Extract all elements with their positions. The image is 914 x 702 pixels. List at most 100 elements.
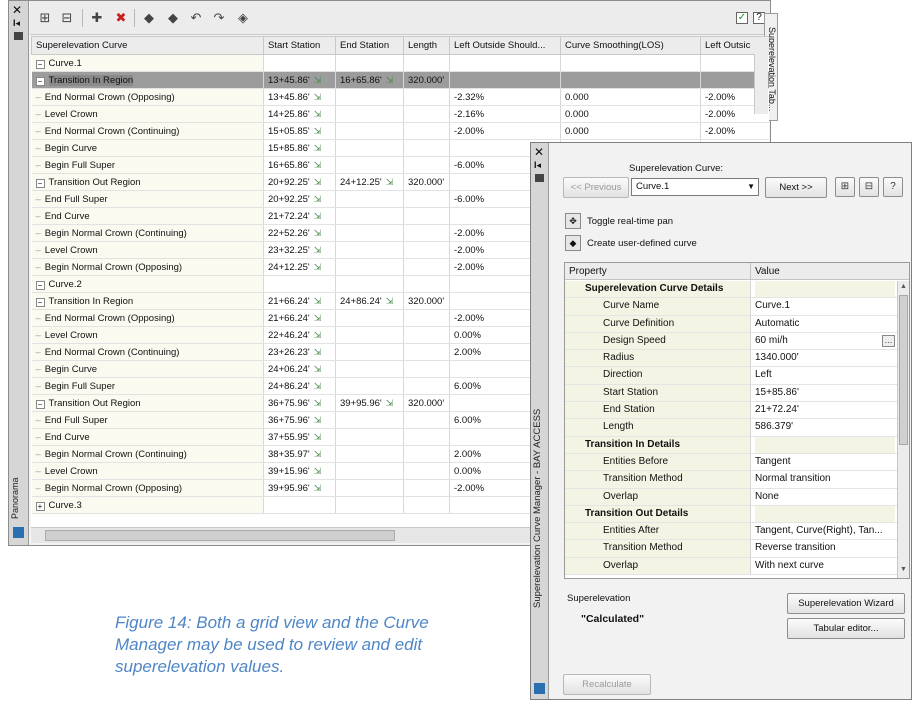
- row-name-cell[interactable]: − Transition In Region: [31, 71, 264, 89]
- properties-menu-icon[interactable]: [535, 174, 544, 182]
- pick-station-icon[interactable]: ⇲: [386, 398, 394, 409]
- collapse-icon[interactable]: −: [35, 280, 45, 290]
- cell-lo[interactable]: -2.16%: [449, 105, 561, 123]
- cell-start[interactable]: 16+65.86' ⇲: [263, 156, 336, 174]
- cell-end[interactable]: [335, 88, 404, 106]
- ellipsis-button-icon[interactable]: …: [882, 334, 895, 347]
- grid-row[interactable]: − Curve.1: [31, 54, 769, 72]
- recalculate-button[interactable]: Recalculate: [563, 674, 651, 695]
- cell-length[interactable]: [403, 241, 450, 259]
- cell-length[interactable]: [403, 258, 450, 276]
- scroll-down-icon[interactable]: ▼: [899, 566, 908, 573]
- cell-length[interactable]: [403, 309, 450, 327]
- grid-row[interactable]: – Level Crown 14+25.86' ⇲ -2.16% 0.000 -2.00%: [31, 105, 769, 123]
- property-row[interactable]: Overlap With next curve: [565, 557, 897, 576]
- delete-icon[interactable]: ✖: [112, 9, 130, 27]
- row-name-cell[interactable]: – End Normal Crown (Opposing): [31, 88, 264, 106]
- property-row[interactable]: Entities After Tangent, Curve(Right), Tan…: [565, 523, 897, 541]
- cell-length[interactable]: 320.000': [403, 394, 450, 412]
- cell-end[interactable]: [335, 445, 404, 463]
- cell-length[interactable]: 320.000': [403, 173, 450, 191]
- scroll-thumb[interactable]: [45, 530, 395, 541]
- pick-station-icon[interactable]: ⇲: [314, 347, 322, 358]
- cell-cs[interactable]: [560, 71, 701, 89]
- pick-station-icon[interactable]: ⇲: [314, 415, 322, 426]
- undo-icon[interactable]: ↶: [187, 9, 205, 27]
- cell-length[interactable]: [403, 496, 450, 514]
- pick-station-icon[interactable]: ⇲: [314, 296, 322, 307]
- property-row[interactable]: End Station 21+72.24': [565, 402, 897, 420]
- row-name-cell[interactable]: – Begin Normal Crown (Continuing): [31, 445, 264, 463]
- column-header[interactable]: Left Outsic: [700, 36, 769, 55]
- cell-length[interactable]: [403, 275, 450, 293]
- row-name-cell[interactable]: – Level Crown: [31, 462, 264, 480]
- cell-start[interactable]: 24+06.24' ⇲: [263, 360, 336, 378]
- add-point-icon[interactable]: ✚: [88, 9, 106, 27]
- cell-length[interactable]: [403, 377, 450, 395]
- cell-end[interactable]: [335, 224, 404, 242]
- cell-lo[interactable]: [449, 71, 561, 89]
- pick-station-icon[interactable]: ⇲: [314, 449, 322, 460]
- expand-all-icon[interactable]: ⊞: [36, 9, 54, 27]
- pick-station-icon[interactable]: ⇲: [386, 296, 394, 307]
- property-value[interactable]: Automatic: [755, 316, 895, 332]
- cell-start[interactable]: 22+46.24' ⇲: [263, 326, 336, 344]
- curve-select[interactable]: Curve.1 ▼: [631, 178, 759, 196]
- cell-length[interactable]: [403, 139, 450, 157]
- row-name-cell[interactable]: – Begin Normal Crown (Opposing): [31, 479, 264, 497]
- property-row[interactable]: Length 586.379': [565, 419, 897, 437]
- cell-length[interactable]: [403, 326, 450, 344]
- curve-manager-icon[interactable]: ◈: [234, 9, 252, 27]
- property-row[interactable]: Curve Name Curve.1: [565, 298, 897, 316]
- column-header[interactable]: End Station: [335, 36, 404, 55]
- row-name-cell[interactable]: – Begin Normal Crown (Opposing): [31, 258, 264, 276]
- cell-start[interactable]: 36+75.96' ⇲: [263, 394, 336, 412]
- expand-icon[interactable]: +: [35, 501, 45, 511]
- pick-station-icon[interactable]: ⇲: [314, 432, 322, 443]
- cell-end[interactable]: [335, 309, 404, 327]
- pick-station-icon[interactable]: ⇲: [386, 75, 394, 86]
- cell-start[interactable]: 37+55.95' ⇲: [263, 428, 336, 446]
- cell-end[interactable]: [335, 479, 404, 497]
- column-header[interactable]: Left Outside Should...: [449, 36, 561, 55]
- row-name-cell[interactable]: – Level Crown: [31, 105, 264, 123]
- close-icon[interactable]: ✕: [534, 145, 544, 159]
- cell-start[interactable]: 24+12.25' ⇲: [263, 258, 336, 276]
- cell-end[interactable]: [335, 377, 404, 395]
- apply-checkbox-icon[interactable]: ✓: [736, 12, 748, 24]
- cell-start[interactable]: 20+92.25' ⇲: [263, 173, 336, 191]
- cell-start[interactable]: 21+66.24' ⇲: [263, 292, 336, 310]
- scroll-thumb[interactable]: [899, 295, 908, 445]
- property-category[interactable]: −Transition In Details: [565, 436, 897, 454]
- redo-icon[interactable]: ↷: [210, 9, 228, 27]
- cell-end[interactable]: [335, 122, 404, 140]
- help-icon[interactable]: ?: [883, 177, 903, 197]
- cell-start[interactable]: 23+26.23' ⇲: [263, 343, 336, 361]
- cell-start[interactable]: 24+86.24' ⇲: [263, 377, 336, 395]
- cell-lo2[interactable]: -2.00%: [700, 122, 769, 140]
- previous-curve-button[interactable]: << Previous: [563, 177, 629, 198]
- autohide-icon[interactable]: I◂: [534, 160, 541, 171]
- pick-station-icon[interactable]: ⇲: [314, 228, 322, 239]
- pick-station-icon[interactable]: ⇲: [314, 177, 322, 188]
- pick-station-icon[interactable]: ⇲: [314, 398, 322, 409]
- property-row[interactable]: Design Speed 60 mi/h…: [565, 332, 897, 351]
- next-curve-button[interactable]: Next >>: [765, 177, 827, 198]
- superelevation-wizard-button[interactable]: Superelevation Wizard: [787, 593, 905, 614]
- property-value[interactable]: 586.379': [755, 419, 895, 435]
- pick-station-icon[interactable]: ⇲: [314, 194, 322, 205]
- row-name-cell[interactable]: – End Curve: [31, 207, 264, 225]
- cell-start[interactable]: [263, 496, 336, 514]
- collapse-icon[interactable]: −: [35, 297, 45, 307]
- collapse-icon[interactable]: −: [35, 399, 45, 409]
- grid-row[interactable]: − Transition In Region 13+45.86' ⇲ 16+65.86'…: [31, 71, 769, 89]
- cell-start[interactable]: 15+05.85' ⇲: [263, 122, 336, 140]
- cell-start[interactable]: [263, 275, 336, 293]
- property-row[interactable]: Transition Method Reverse transition: [565, 540, 897, 558]
- cell-end[interactable]: [335, 326, 404, 344]
- cell-end[interactable]: [335, 207, 404, 225]
- property-value[interactable]: 15+85.86': [755, 385, 895, 401]
- row-name-cell[interactable]: – End Normal Crown (Continuing): [31, 122, 264, 140]
- property-row[interactable]: Start Station 15+85.86': [565, 384, 897, 403]
- pick-station-icon[interactable]: ⇲: [314, 92, 322, 103]
